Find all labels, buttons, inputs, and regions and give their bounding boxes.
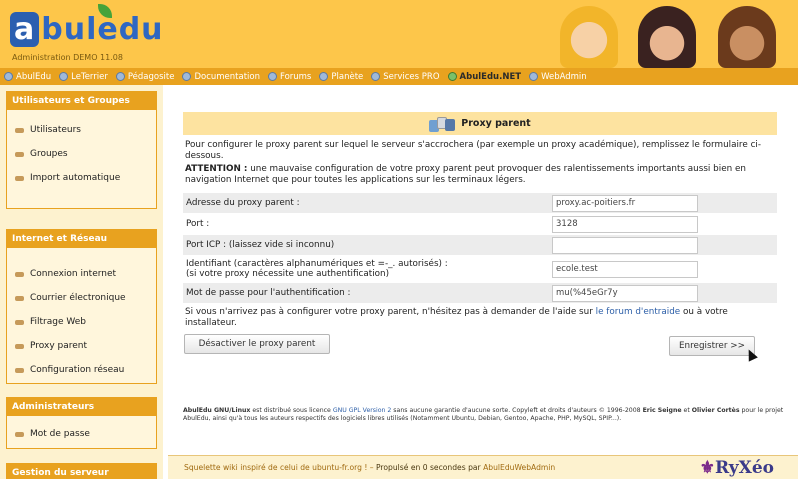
forum-link[interactable]: le forum d'entraide xyxy=(596,307,681,317)
character-dark-hair-girl-image xyxy=(638,6,696,68)
sidebar-item-filtrage-web[interactable]: Filtrage Web xyxy=(7,310,156,334)
globe-icon xyxy=(4,72,13,81)
disable-proxy-button[interactable]: Désactiver le proxy parent xyxy=(184,334,330,354)
network-icon xyxy=(447,72,457,81)
page-title-bar: Proxy parent xyxy=(183,112,777,135)
sidebar-item-connexion-internet[interactable]: Connexion internet xyxy=(7,262,156,286)
bullet-icon xyxy=(15,319,24,325)
form-row-proxy-address: Adresse du proxy parent : xyxy=(183,193,777,213)
bullet-icon xyxy=(15,343,24,349)
proxy-form: Adresse du proxy parent : Port : Port IC… xyxy=(183,193,777,303)
icp-port-input[interactable] xyxy=(552,236,698,254)
header-subtitle: Administration DEMO 11.08 xyxy=(12,53,123,62)
nav-item-abuledu-net[interactable]: AbulEdu.NET xyxy=(447,72,521,82)
bullet-icon xyxy=(15,127,24,133)
bullet-icon xyxy=(15,271,24,277)
footer: Squelette wiki inspiré de celui de ubunt… xyxy=(168,455,798,479)
nav-item-forums[interactable]: Forums xyxy=(267,72,311,82)
identifier-label: Identifiant (caractères alphanumériques … xyxy=(186,259,448,269)
save-button[interactable]: Enregistrer >> xyxy=(669,336,755,356)
sidebar-section-title: Utilisateurs et Groupes xyxy=(7,92,156,110)
sidebar-item-import[interactable]: Import automatique xyxy=(7,166,156,190)
nav-item-services-pro[interactable]: Services PRO xyxy=(371,72,440,82)
header-characters-illustration xyxy=(560,0,790,68)
license-text: AbulEdu GNU/Linux est distribué sous lic… xyxy=(183,407,784,422)
intro-text: Pour configurer le proxy parent sur lequ… xyxy=(185,140,762,161)
header: a buledu Administration DEMO 11.08 xyxy=(0,0,798,68)
form-row-port: Port : xyxy=(183,213,777,235)
warning-body: une mauvaise configuration de votre prox… xyxy=(185,164,746,185)
planet-icon xyxy=(319,72,329,81)
mouse-cursor-icon xyxy=(744,347,758,362)
ryxeo-logo[interactable]: ⚜RyXéo xyxy=(700,458,774,478)
sidebar-item-mot-de-passe[interactable]: Mot de passe xyxy=(7,422,156,446)
abuledu-logo[interactable]: a buledu xyxy=(10,4,164,47)
proxy-address-label: Adresse du proxy parent : xyxy=(186,198,300,208)
nav-item-pedagosite[interactable]: Pédagosite xyxy=(115,72,174,82)
identifier-input[interactable] xyxy=(552,260,698,278)
sidebar-item-groupes[interactable]: Groupes xyxy=(7,142,156,166)
gpl-link[interactable]: GNU GPL Version 2 xyxy=(333,407,392,414)
sidebar-section-internet-network: Internet et Réseau Connexion internet Co… xyxy=(6,229,157,384)
services-icon xyxy=(371,72,381,81)
character-brown-hair-girl-image xyxy=(718,6,776,68)
help-text: Si vous n'arrivez pas à configurer votre… xyxy=(185,307,728,328)
sidebar-section-users-groups: Utilisateurs et Groupes Utilisateurs Gro… xyxy=(6,91,157,209)
bullet-icon xyxy=(15,151,24,157)
terrier-icon xyxy=(59,72,69,81)
top-navigation: AbulEdu LeTerrier Pédagosite Documentati… xyxy=(0,68,798,85)
nav-item-planete[interactable]: Planète xyxy=(319,72,363,82)
footer-credit: Squelette wiki inspiré de celui de ubunt… xyxy=(184,463,376,472)
character-blonde-girl-image xyxy=(560,6,618,68)
bullet-icon xyxy=(15,431,24,437)
form-row-identifier: Identifiant (caractères alphanumériques … xyxy=(183,255,777,283)
main-content: Proxy parent Pour configurer le proxy pa… xyxy=(168,85,798,479)
footer-powered: Propulsé en 0 secondes par xyxy=(375,463,484,472)
sidebar: Utilisateurs et Groupes Utilisateurs Gro… xyxy=(0,85,163,479)
form-row-icp-port: Port ICP : (laissez vide si inconnu) xyxy=(183,235,777,255)
port-label: Port : xyxy=(186,219,210,229)
sidebar-item-utilisateurs[interactable]: Utilisateurs xyxy=(7,118,156,142)
nav-item-webadmin[interactable]: WebAdmin xyxy=(529,72,587,82)
document-icon xyxy=(182,72,192,81)
bullet-icon xyxy=(15,175,24,181)
footer-webadmin-link[interactable]: AbulEduWebAdmin xyxy=(483,463,555,472)
identifier-sublabel: (si votre proxy nécessite une authentifi… xyxy=(186,269,390,279)
form-row-password: Mot de passe pour l'authentification : xyxy=(183,283,777,303)
warning-text: ATTENTION : une mauvaise configuration d… xyxy=(185,164,779,186)
sidebar-section-title: Administrateurs xyxy=(7,398,156,416)
sidebar-section-server-management: Gestion du serveur xyxy=(6,463,157,479)
password-label: Mot de passe pour l'authentification : xyxy=(186,288,351,298)
page-title: Proxy parent xyxy=(461,118,531,129)
nav-item-leterrier[interactable]: LeTerrier xyxy=(59,72,108,82)
people-icon xyxy=(267,72,277,81)
warning-label: ATTENTION : xyxy=(185,164,248,174)
nav-item-documentation[interactable]: Documentation xyxy=(182,72,260,82)
icp-port-label: Port ICP : (laissez vide si inconnu) xyxy=(186,240,335,250)
port-input[interactable] xyxy=(552,215,698,233)
bullet-icon xyxy=(15,295,24,301)
bullet-icon xyxy=(15,367,24,373)
admin-icon xyxy=(529,72,539,81)
network-computers-icon xyxy=(429,116,456,132)
sidebar-section-administrators: Administrateurs Mot de passe xyxy=(6,397,157,449)
password-input[interactable] xyxy=(552,284,698,302)
sidebar-section-title: Gestion du serveur xyxy=(7,464,156,479)
sidebar-item-configuration-reseau[interactable]: Configuration réseau xyxy=(7,358,156,382)
sidebar-item-proxy-parent[interactable]: Proxy parent xyxy=(7,334,156,358)
proxy-address-input[interactable] xyxy=(552,194,698,212)
pedagosite-icon xyxy=(115,72,125,81)
sidebar-section-title: Internet et Réseau xyxy=(7,230,156,248)
nav-item-abuledu[interactable]: AbulEdu xyxy=(4,72,51,82)
sidebar-item-courrier[interactable]: Courrier électronique xyxy=(7,286,156,310)
